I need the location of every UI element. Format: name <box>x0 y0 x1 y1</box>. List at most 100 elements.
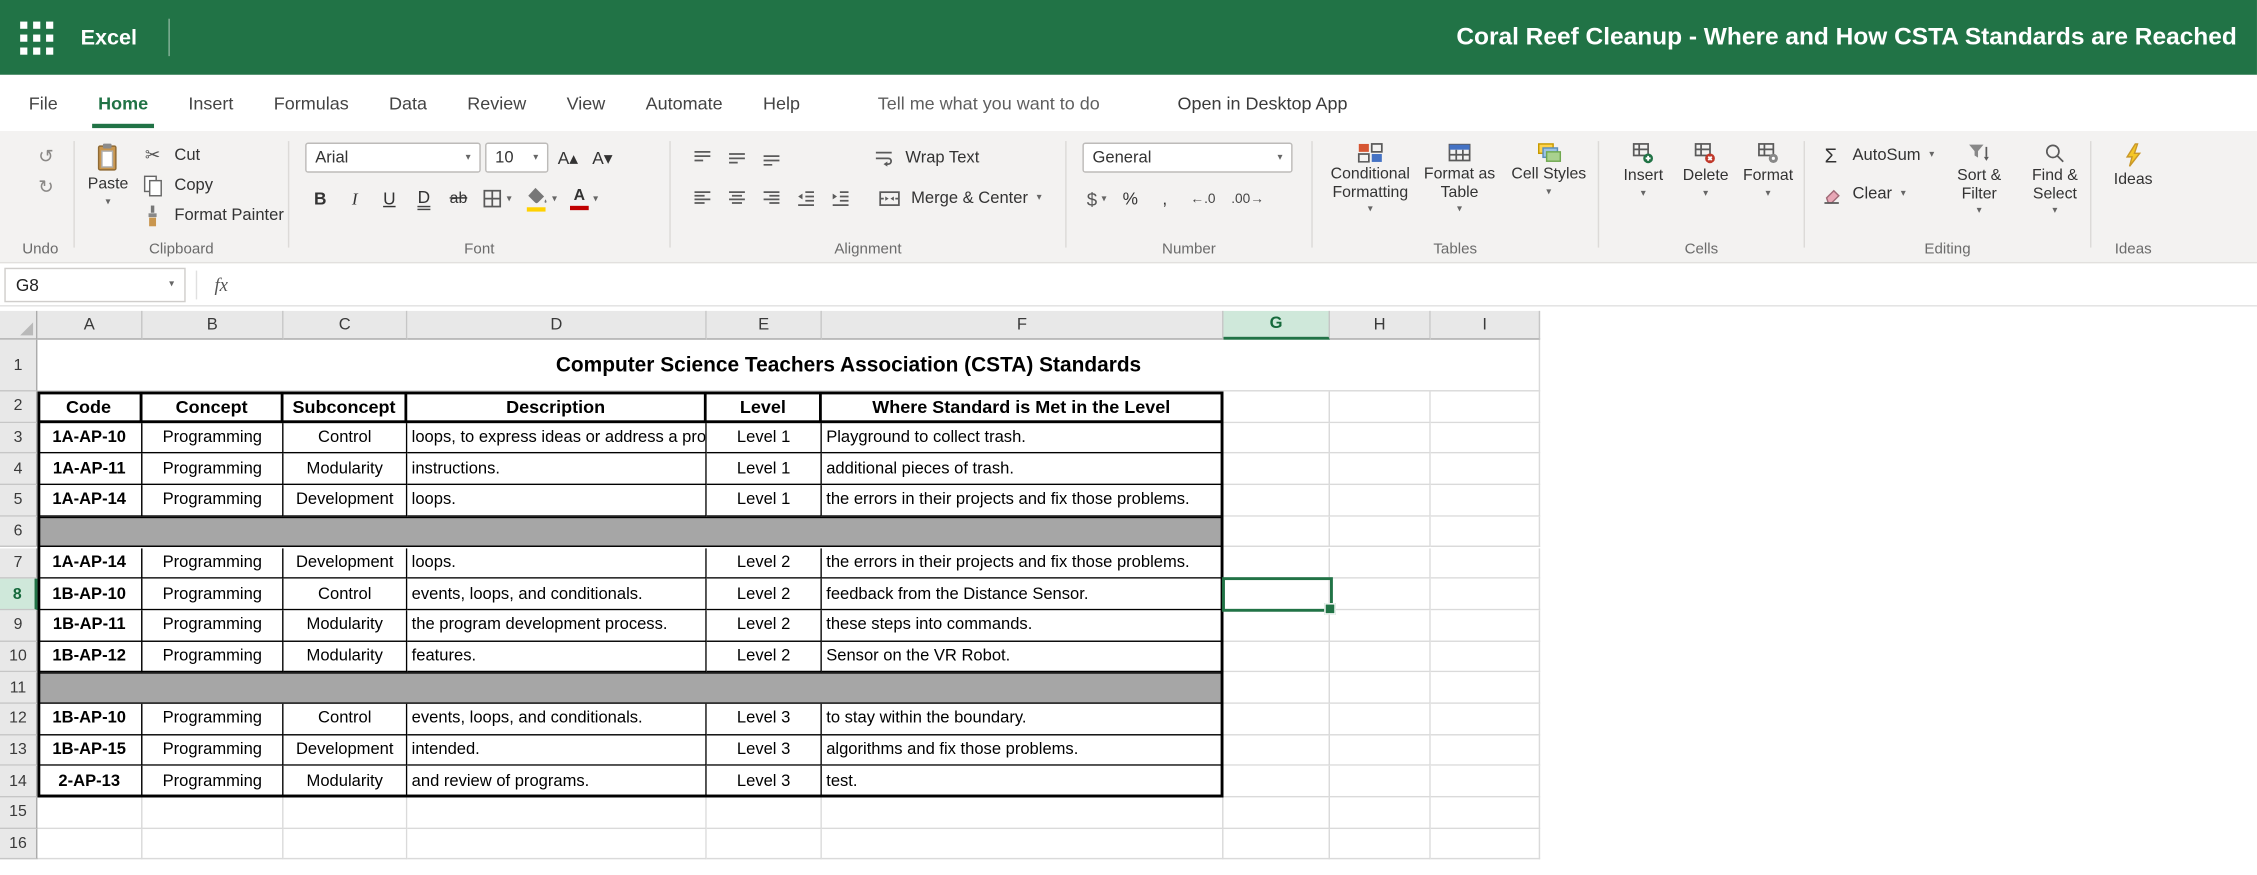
column-header-I[interactable]: I <box>1431 311 1540 340</box>
grid-cell-G2[interactable] <box>1223 392 1330 423</box>
grid-cell-H7[interactable] <box>1330 548 1431 579</box>
comma-format-button[interactable]: , <box>1150 184 1180 214</box>
grid-cell-G13[interactable] <box>1223 735 1330 766</box>
grid-cell-I8[interactable] <box>1431 579 1540 610</box>
row-header-9[interactable]: 9 <box>0 610 37 641</box>
grid-cell-C15[interactable] <box>284 798 408 829</box>
grid-cell-G3[interactable] <box>1223 423 1330 454</box>
grid-cell-I4[interactable] <box>1431 454 1540 485</box>
grid-cell-I9[interactable] <box>1431 610 1540 641</box>
grid-cell-C16[interactable] <box>284 829 408 860</box>
cell-E3[interactable]: Level 1 <box>707 423 822 454</box>
align-bottom-button[interactable] <box>756 143 786 173</box>
undo-button[interactable]: ↺ <box>38 147 54 166</box>
increase-indent-button[interactable] <box>825 183 855 213</box>
sort-filter-button[interactable]: Sort & Filter ▾ <box>1946 138 2013 239</box>
decrease-font-size-button[interactable]: A▾ <box>587 143 617 173</box>
cell-D5[interactable]: loops. <box>407 485 706 516</box>
tell-me-box[interactable]: Tell me what you want to do <box>858 75 1120 131</box>
table-header-where-standard-is-met-in-the-level[interactable]: Where Standard is Met in the Level <box>822 392 1224 423</box>
grid-cell-G7[interactable] <box>1223 548 1330 579</box>
align-right-button[interactable] <box>756 183 786 213</box>
cell-D13[interactable]: intended. <box>407 735 706 766</box>
column-header-B[interactable]: B <box>143 311 284 340</box>
merged-title-cell[interactable]: Computer Science Teachers Association (C… <box>37 340 1540 392</box>
table-header-subconcept[interactable]: Subconcept <box>284 392 408 423</box>
grid-cell-G11[interactable] <box>1223 673 1330 704</box>
cell-A10[interactable]: 1B-AP-12 <box>37 641 142 672</box>
cell-F5[interactable]: the errors in their projects and fix tho… <box>822 485 1224 516</box>
cell-E9[interactable]: Level 2 <box>707 610 822 641</box>
grid-cell-G8[interactable] <box>1223 579 1330 610</box>
currency-format-button[interactable]: $ ▾ <box>1082 183 1110 215</box>
cell-B7[interactable]: Programming <box>143 548 284 579</box>
cell-D3[interactable]: loops, to express ideas or address a pro… <box>407 423 706 454</box>
cut-button[interactable]: ✂ Cut <box>140 143 284 167</box>
cell-B12[interactable]: Programming <box>143 704 284 735</box>
font-color-button[interactable]: A ▾ <box>566 183 603 215</box>
grid-cell-F15[interactable] <box>822 798 1224 829</box>
format-as-table-button[interactable]: Format as Table ▾ <box>1415 138 1504 239</box>
grid-cell-I2[interactable] <box>1431 392 1540 423</box>
grid-cell-G15[interactable] <box>1223 798 1330 829</box>
cell-D14[interactable]: and review of programs. <box>407 766 706 797</box>
cell-A4[interactable]: 1A-AP-11 <box>37 454 142 485</box>
formula-input[interactable] <box>245 263 2257 305</box>
grid-cell-I10[interactable] <box>1431 641 1540 672</box>
grid-cell-H11[interactable] <box>1330 673 1431 704</box>
cell-E13[interactable]: Level 3 <box>707 735 822 766</box>
cell-F7[interactable]: the errors in their projects and fix tho… <box>822 548 1224 579</box>
column-header-A[interactable]: A <box>37 311 142 340</box>
redo-button[interactable]: ↻ <box>38 177 54 196</box>
align-top-button[interactable] <box>687 143 717 173</box>
tab-file[interactable]: File <box>9 75 78 131</box>
cell-E5[interactable]: Level 1 <box>707 485 822 516</box>
cell-B13[interactable]: Programming <box>143 735 284 766</box>
separator-row-11[interactable] <box>37 673 1223 704</box>
grid-cell-I13[interactable] <box>1431 735 1540 766</box>
cell-D10[interactable]: features. <box>407 641 706 672</box>
cell-A12[interactable]: 1B-AP-10 <box>37 704 142 735</box>
grid-cell-H10[interactable] <box>1330 641 1431 672</box>
font-size-select[interactable]: 10 ▾ <box>485 143 548 173</box>
number-format-select[interactable]: General ▾ <box>1082 143 1292 173</box>
app-launcher-button[interactable] <box>0 0 72 75</box>
align-center-button[interactable] <box>721 183 751 213</box>
cell-F9[interactable]: these steps into commands. <box>822 610 1224 641</box>
grid-cell-H13[interactable] <box>1330 735 1431 766</box>
cell-B14[interactable]: Programming <box>143 766 284 797</box>
increase-font-size-button[interactable]: A▴ <box>553 143 583 173</box>
cell-D12[interactable]: events, loops, and conditionals. <box>407 704 706 735</box>
column-header-H[interactable]: H <box>1330 311 1431 340</box>
grid-cell-I7[interactable] <box>1431 548 1540 579</box>
cell-D9[interactable]: the program development process. <box>407 610 706 641</box>
grid-cell-G5[interactable] <box>1223 485 1330 516</box>
underline-button[interactable]: U <box>374 184 404 214</box>
cell-F3[interactable]: Playground to collect trash. <box>822 423 1224 454</box>
table-header-level[interactable]: Level <box>707 392 822 423</box>
cell-D7[interactable]: loops. <box>407 548 706 579</box>
cell-C10[interactable]: Modularity <box>284 641 408 672</box>
format-painter-button[interactable]: Format Painter <box>140 203 284 227</box>
cell-A14[interactable]: 2-AP-13 <box>37 766 142 797</box>
cell-E12[interactable]: Level 3 <box>707 704 822 735</box>
column-header-E[interactable]: E <box>707 311 822 340</box>
cell-C13[interactable]: Development <box>284 735 408 766</box>
grid-cell-H12[interactable] <box>1330 704 1431 735</box>
cell-F12[interactable]: to stay within the boundary. <box>822 704 1224 735</box>
format-cells-button[interactable]: Format ▾ <box>1737 138 1799 239</box>
borders-button[interactable]: ▾ <box>478 183 516 215</box>
cell-A9[interactable]: 1B-AP-11 <box>37 610 142 641</box>
cell-C9[interactable]: Modularity <box>284 610 408 641</box>
grid-cell-H5[interactable] <box>1330 485 1431 516</box>
double-underline-button[interactable]: D <box>409 184 439 214</box>
cell-B8[interactable]: Programming <box>143 579 284 610</box>
column-header-F[interactable]: F <box>822 311 1224 340</box>
cell-A8[interactable]: 1B-AP-10 <box>37 579 142 610</box>
cell-C8[interactable]: Control <box>284 579 408 610</box>
wrap-text-button[interactable]: Wrap Text <box>871 145 979 169</box>
cell-B3[interactable]: Programming <box>143 423 284 454</box>
grid-cell-I6[interactable] <box>1431 516 1540 547</box>
table-header-code[interactable]: Code <box>37 392 142 423</box>
cell-C3[interactable]: Control <box>284 423 408 454</box>
